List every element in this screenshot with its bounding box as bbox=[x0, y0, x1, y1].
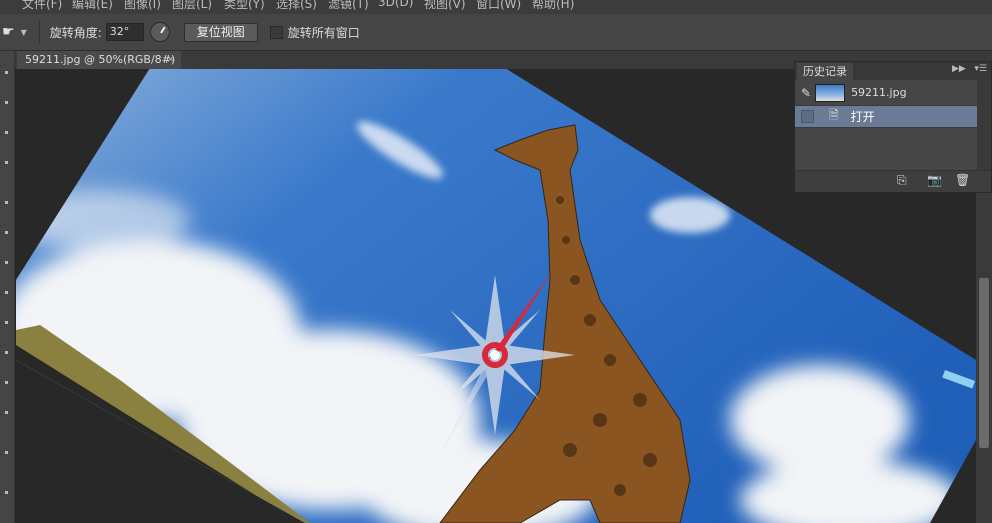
history-scrollbar[interactable] bbox=[977, 80, 991, 170]
options-bar: ☛ ▼ 旋转角度: 32° 复位视图 旋转所有窗口 bbox=[0, 14, 992, 51]
document-icon: 🗎 bbox=[829, 108, 839, 122]
menu-bar: 文件(F) 编辑(E) 图像(I) 图层(L) 类型(Y) 选择(S) 滤镜(T… bbox=[0, 0, 992, 14]
tools-panel bbox=[0, 51, 15, 523]
menu-filter[interactable]: 滤镜(T) bbox=[328, 0, 369, 12]
scrollbar-thumb[interactable] bbox=[979, 278, 989, 448]
rotation-angle-input[interactable]: 32° bbox=[105, 23, 144, 41]
document-tab-title: 59211.jpg @ 50%(RGB/8#) bbox=[25, 53, 176, 66]
menu-help[interactable]: 帮助(H) bbox=[532, 0, 574, 12]
menu-edit[interactable]: 编辑(E) bbox=[72, 0, 113, 12]
menu-3d[interactable]: 3D(D) bbox=[378, 0, 413, 9]
close-icon[interactable]: × bbox=[167, 51, 175, 69]
menu-select[interactable]: 选择(S) bbox=[276, 0, 317, 12]
panel-menu-icon[interactable]: ▾☰ bbox=[974, 64, 987, 74]
menu-type[interactable]: 类型(Y) bbox=[224, 0, 265, 12]
history-brush-checkbox[interactable] bbox=[801, 110, 814, 123]
history-step[interactable]: 🗎 打开 bbox=[795, 106, 977, 128]
snapshot-label: 59211.jpg bbox=[851, 86, 907, 99]
history-tab[interactable]: 历史记录 bbox=[797, 63, 853, 80]
rotate-all-windows-label: 旋转所有窗口 bbox=[287, 25, 360, 40]
menu-image[interactable]: 图像(I) bbox=[124, 0, 161, 12]
document-tab[interactable]: 59211.jpg @ 50%(RGB/8#) × bbox=[17, 51, 181, 69]
rotate-all-windows-checkbox[interactable] bbox=[269, 25, 283, 39]
collapse-icon[interactable]: ▶▶ bbox=[952, 64, 966, 74]
snapshot-thumbnail bbox=[815, 83, 846, 102]
menu-window[interactable]: 窗口(W) bbox=[476, 0, 521, 12]
camera-snapshot-icon[interactable]: 📷 bbox=[927, 173, 942, 187]
rotation-dial[interactable] bbox=[149, 22, 170, 42]
rotation-angle-label: 旋转角度: bbox=[49, 25, 102, 40]
trash-icon[interactable]: 🗑 bbox=[955, 173, 970, 187]
reset-view-button[interactable]: 复位视图 bbox=[183, 22, 258, 42]
history-brush-source-icon[interactable]: ✎ bbox=[801, 86, 811, 100]
new-document-from-state-icon[interactable]: ⎘ bbox=[897, 173, 907, 188]
menu-file[interactable]: 文件(F) bbox=[22, 0, 62, 12]
history-panel: 历史记录 ▶▶ ▾☰ ✎ 59211.jpg 🗎 打开 ⎘ 📷 🗑 bbox=[794, 61, 992, 193]
menu-layer[interactable]: 图层(L) bbox=[172, 0, 212, 12]
tool-preset-chevron-icon[interactable]: ▼ bbox=[21, 28, 27, 37]
rotate-view-hand-icon[interactable]: ☛ bbox=[2, 24, 15, 40]
menu-view[interactable]: 视图(V) bbox=[424, 0, 466, 12]
history-snapshot[interactable]: ✎ 59211.jpg bbox=[795, 80, 977, 106]
history-step-label: 打开 bbox=[850, 110, 875, 124]
